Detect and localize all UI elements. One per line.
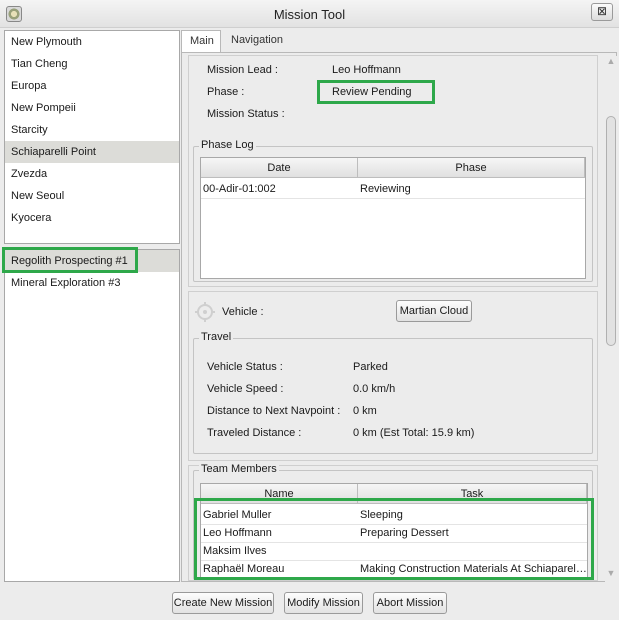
scroll-down-icon[interactable]: ▼ (605, 568, 617, 582)
phase-log-group: Phase Log Date Phase 00-Adir-01:002 Revi… (193, 139, 593, 282)
close-button[interactable]: ⊠ (591, 3, 613, 21)
traveled-distance-value: 0 km (Est Total: 15.9 km) (353, 427, 475, 439)
phase-log-date-cell[interactable]: 00-Adir-01:002 (201, 180, 358, 198)
travel-title: Travel (199, 331, 234, 343)
window-title: Mission Tool (273, 7, 346, 22)
scroll-up-icon[interactable]: ▲ (605, 56, 617, 70)
settlement-item-selected[interactable]: Schiaparelli Point (5, 141, 179, 163)
mission-list[interactable]: Regolith Prospecting #1 Mineral Explorat… (4, 249, 180, 582)
settlement-item[interactable]: Tian Cheng (5, 53, 179, 75)
team-highlight-box (194, 498, 594, 580)
mission-lead-label: Mission Lead : (207, 64, 278, 76)
settlement-item[interactable]: Europa (5, 75, 179, 97)
mission-lead-value: Leo Hoffmann (332, 64, 401, 76)
vehicle-speed-label: Vehicle Speed : (207, 383, 284, 395)
phase-label: Phase : (207, 86, 245, 98)
settlement-item[interactable]: New Pompeii (5, 97, 179, 119)
distance-next-value: 0 km (353, 405, 377, 417)
vehicle-button[interactable]: Martian Cloud (396, 300, 472, 322)
travel-group: Travel Vehicle Status : Parked Vehicle S… (193, 331, 593, 454)
phase-log-phase-cell[interactable]: Reviewing (358, 180, 585, 198)
mission-status-label: Mission Status : (207, 108, 285, 120)
mission-item[interactable]: Mineral Exploration #3 (5, 272, 179, 294)
phase-highlight-box (317, 80, 435, 104)
vehicle-panel: Vehicle : Martian Cloud Travel Vehicle S… (188, 291, 598, 461)
settlement-item[interactable]: New Seoul (5, 185, 179, 207)
vertical-scrollbar[interactable]: ▲ ▼ (605, 56, 617, 582)
vehicle-status-label: Vehicle Status : (207, 361, 283, 373)
tab-main[interactable]: Main (181, 30, 221, 52)
settlement-item[interactable]: Kyocera (5, 207, 179, 229)
vehicle-speed-value: 0.0 km/h (353, 383, 396, 395)
tab-navigation[interactable]: Navigation (223, 30, 291, 52)
create-mission-button[interactable]: Create New Mission (172, 592, 274, 614)
distance-next-label: Distance to Next Navpoint : (207, 405, 341, 417)
column-header-phase[interactable]: Phase (358, 158, 585, 178)
phase-log-title: Phase Log (199, 139, 256, 151)
vehicle-label: Vehicle : (222, 306, 264, 318)
scrollbar-thumb[interactable] (606, 116, 616, 346)
column-header-date[interactable]: Date (201, 158, 358, 178)
settlement-item[interactable]: Starcity (5, 119, 179, 141)
settlement-list[interactable]: New Plymouth Tian Cheng Europa New Pompe… (4, 30, 180, 244)
vehicle-status-value: Parked (353, 361, 388, 373)
traveled-distance-label: Traveled Distance : (207, 427, 302, 439)
team-members-title: Team Members (199, 463, 279, 475)
settlement-item[interactable]: Zvezda (5, 163, 179, 185)
mission-highlight-box (2, 247, 138, 273)
phase-log-table[interactable]: Date Phase 00-Adir-01:002 Reviewing (200, 157, 586, 279)
modify-mission-button[interactable]: Modify Mission (284, 592, 363, 614)
settlement-item[interactable]: New Plymouth (5, 31, 179, 53)
crosshair-icon (195, 302, 215, 322)
row-divider (201, 198, 585, 199)
main-tab-panel: Mission Lead : Leo Hoffmann Phase : Revi… (181, 52, 617, 582)
title-bar: Mission Tool ⊠ (0, 0, 619, 28)
abort-mission-button[interactable]: Abort Mission (373, 592, 447, 614)
